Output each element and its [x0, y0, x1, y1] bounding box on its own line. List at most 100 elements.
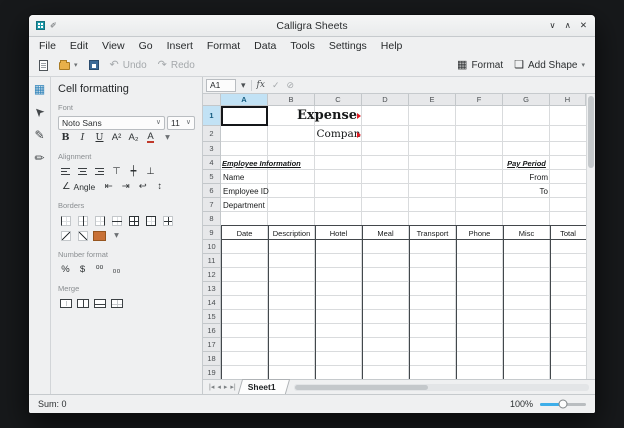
vertical-scrollbar-thumb[interactable]	[588, 96, 594, 168]
last-sheet-icon[interactable]: ▸|	[230, 383, 235, 391]
close-button[interactable]: ✕	[580, 21, 587, 30]
precision-increase-icon[interactable]: ⁰⁰	[92, 263, 107, 277]
align-top-icon[interactable]: ⊤	[109, 165, 124, 179]
row-header-6[interactable]: 6	[203, 184, 221, 198]
column-header-G[interactable]: G	[503, 94, 550, 106]
select-all-corner[interactable]	[203, 94, 221, 106]
italic-icon[interactable]: I	[75, 131, 90, 145]
apply-check-icon[interactable]: ✓	[270, 81, 282, 90]
titlebar[interactable]: ✐ Calligra Sheets ∨ ∧ ✕	[29, 15, 595, 37]
table-tool-icon[interactable]: ▦	[34, 83, 45, 95]
pointer-tool-icon[interactable]: ➤	[32, 104, 48, 120]
align-middle-icon[interactable]: ┿	[126, 165, 141, 179]
row-header-17[interactable]: 17	[203, 338, 221, 352]
vertical-scrollbar[interactable]	[586, 94, 595, 379]
vertical-text-icon[interactable]: ↕	[152, 180, 167, 194]
column-header-A[interactable]: A	[221, 94, 268, 106]
row-header-19[interactable]: 19	[203, 366, 221, 379]
formula-fx-button[interactable]: fx	[255, 81, 267, 90]
bold-icon[interactable]: B	[58, 131, 73, 145]
border-diagonal-up-icon[interactable]	[75, 229, 90, 243]
menu-item-tools[interactable]: Tools	[283, 39, 322, 53]
percent-icon[interactable]: %	[58, 263, 73, 277]
menu-item-insert[interactable]: Insert	[160, 39, 200, 53]
maximize-button[interactable]: ∧	[565, 21, 571, 30]
format-button[interactable]: ▦Format	[453, 58, 507, 73]
border-outline-icon[interactable]	[143, 214, 158, 228]
column-header-E[interactable]: E	[409, 94, 456, 106]
chevron-down-icon[interactable]: ▾	[109, 229, 124, 243]
row-header-1[interactable]: 1	[203, 106, 221, 126]
border-diagonal-down-icon[interactable]	[58, 229, 73, 243]
pen-tool-icon[interactable]: ✎	[34, 129, 44, 141]
subscript-icon[interactable]: A₂	[126, 131, 141, 145]
column-header-D[interactable]: D	[362, 94, 409, 106]
align-right-icon[interactable]	[92, 165, 107, 179]
range-chevron-icon[interactable]: ▾	[239, 81, 248, 90]
column-header-H[interactable]: H	[550, 94, 586, 106]
add-shape-button[interactable]: ❏Add Shape▾	[510, 58, 589, 73]
align-bottom-icon[interactable]: ⊥	[143, 165, 158, 179]
border-left-icon[interactable]	[58, 214, 73, 228]
cell-reference-box[interactable]: A1	[206, 79, 236, 92]
save-button[interactable]	[85, 58, 103, 72]
border-center-vertical-icon[interactable]	[75, 214, 90, 228]
row-header-11[interactable]: 11	[203, 254, 221, 268]
row-header-5[interactable]: 5	[203, 170, 221, 184]
cancel-icon[interactable]: ⊘	[285, 81, 297, 90]
horizontal-scrollbar[interactable]	[294, 384, 589, 391]
column-header-B[interactable]: B	[268, 94, 315, 106]
row-header-8[interactable]: 8	[203, 212, 221, 226]
angle-button[interactable]: ∠Angle	[58, 180, 99, 194]
minimize-button[interactable]: ∨	[549, 21, 555, 30]
merge-horizontal-icon[interactable]	[75, 297, 90, 311]
row-header-15[interactable]: 15	[203, 310, 221, 324]
indent-increase-icon[interactable]: ⇥	[118, 180, 133, 194]
row-header-2[interactable]: 2	[203, 126, 221, 142]
redo-button[interactable]: ↷Redo	[154, 58, 199, 73]
superscript-icon[interactable]: A²	[109, 131, 124, 145]
indent-decrease-icon[interactable]: ⇤	[101, 180, 116, 194]
precision-decrease-icon[interactable]: ₀₀	[109, 263, 124, 277]
menu-item-edit[interactable]: Edit	[63, 39, 95, 53]
next-sheet-icon[interactable]: ▸	[224, 383, 228, 391]
menu-item-help[interactable]: Help	[374, 39, 410, 53]
first-sheet-icon[interactable]: |◂	[209, 383, 214, 391]
align-center-icon[interactable]	[75, 165, 90, 179]
menu-item-file[interactable]: File	[32, 39, 63, 53]
prev-sheet-icon[interactable]: ◂	[217, 383, 221, 391]
menu-item-data[interactable]: Data	[247, 39, 283, 53]
undo-button[interactable]: ↶Undo	[106, 58, 151, 73]
border-color-swatch[interactable]	[92, 229, 107, 243]
row-header-10[interactable]: 10	[203, 240, 221, 254]
chevron-down-icon[interactable]: ▾	[160, 131, 175, 145]
row-header-9[interactable]: 9	[203, 226, 221, 240]
row-header-16[interactable]: 16	[203, 324, 221, 338]
row-header-12[interactable]: 12	[203, 268, 221, 282]
menu-item-settings[interactable]: Settings	[322, 39, 374, 53]
border-horizontal-icon[interactable]	[109, 214, 124, 228]
font-size-select[interactable]: 11∨	[167, 116, 195, 130]
currency-icon[interactable]: $	[75, 263, 90, 277]
row-header-14[interactable]: 14	[203, 296, 221, 310]
merge-cells-icon[interactable]	[58, 297, 73, 311]
row-header-4[interactable]: 4	[203, 156, 221, 170]
unmerge-cells-icon[interactable]	[109, 297, 124, 311]
horizontal-scrollbar-thumb[interactable]	[295, 385, 428, 390]
underline-icon[interactable]: U	[92, 131, 107, 145]
row-header-18[interactable]: 18	[203, 352, 221, 366]
column-header-F[interactable]: F	[456, 94, 503, 106]
open-document-button[interactable]: ▾	[55, 58, 82, 72]
new-document-button[interactable]	[35, 58, 52, 73]
menu-item-go[interactable]: Go	[132, 39, 160, 53]
font-color-icon[interactable]: A	[143, 131, 158, 145]
zoom-slider-handle[interactable]	[559, 400, 568, 409]
sheet-tab-sheet1[interactable]: Sheet1	[240, 379, 288, 394]
row-header-7[interactable]: 7	[203, 198, 221, 212]
zoom-slider[interactable]	[540, 403, 586, 406]
font-family-select[interactable]: Noto Sans∨	[58, 116, 165, 130]
pencil-tool-icon[interactable]: ✏	[34, 152, 44, 164]
align-left-icon[interactable]	[58, 165, 73, 179]
column-header-C[interactable]: C	[315, 94, 362, 106]
border-right-icon[interactable]	[92, 214, 107, 228]
